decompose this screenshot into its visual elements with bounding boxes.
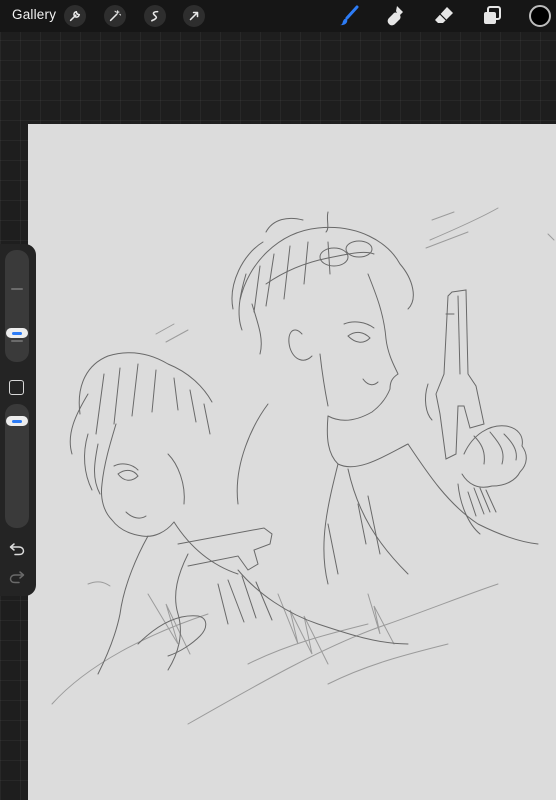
redo-icon[interactable] <box>9 570 25 584</box>
opacity-thumb[interactable] <box>6 416 28 426</box>
gallery-button[interactable]: Gallery <box>12 7 56 22</box>
smudge-icon[interactable] <box>384 4 408 28</box>
drawing-canvas[interactable] <box>28 124 556 800</box>
wrench-icon[interactable] <box>64 5 86 27</box>
pencil-sketch-artwork <box>51 207 555 725</box>
undo-icon[interactable] <box>9 542 25 556</box>
brush-size-slider[interactable] <box>5 250 29 362</box>
top-toolbar: Gallery <box>0 0 556 32</box>
opacity-slider[interactable] <box>5 404 29 528</box>
modify-square-icon[interactable] <box>9 380 24 395</box>
magic-wand-icon[interactable] <box>104 5 126 27</box>
brush-icon[interactable] <box>337 4 361 28</box>
layers-icon[interactable] <box>480 4 504 28</box>
left-sidebar <box>0 244 36 596</box>
transform-arrow-icon[interactable] <box>183 5 205 27</box>
brush-size-thumb[interactable] <box>6 328 28 338</box>
slider-tick <box>11 340 23 342</box>
selection-icon[interactable] <box>144 5 166 27</box>
color-picker-swatch[interactable] <box>529 5 551 27</box>
slider-tick <box>11 288 23 290</box>
eraser-icon[interactable] <box>432 4 456 28</box>
